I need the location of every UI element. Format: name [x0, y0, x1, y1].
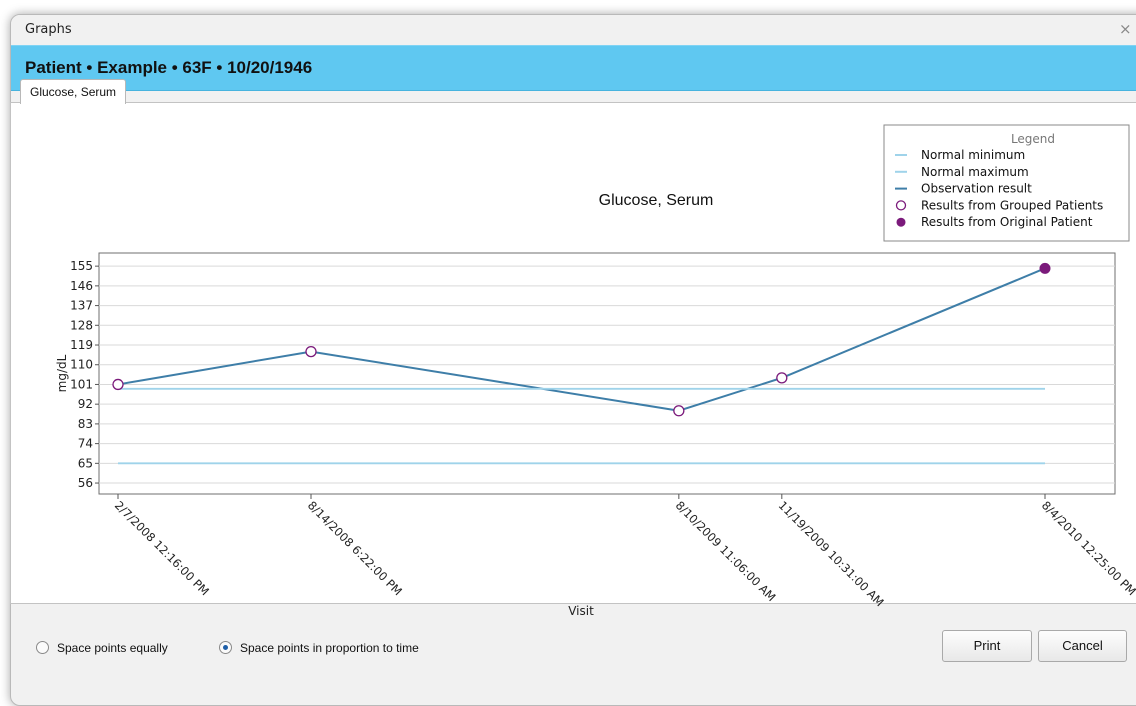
print-button[interactable]: Print: [942, 630, 1032, 662]
y-tick-label: 137: [70, 299, 93, 313]
legend-label: Normal minimum: [921, 148, 1025, 162]
legend-label: Results from Grouped Patients: [921, 198, 1103, 212]
y-tick-label: 83: [78, 417, 93, 431]
x-tick-label: 11/19/2009 10:31:00 AM: [776, 498, 887, 609]
grouped-result-point: [112, 378, 124, 391]
y-tick-label: 128: [70, 318, 93, 332]
legend-title: Legend: [1011, 132, 1055, 146]
radio-equal-indicator[interactable]: [36, 641, 49, 654]
legend-label: Results from Original Patient: [921, 215, 1093, 229]
x-tick-label: 8/4/2010 12:25:00 PM: [1039, 498, 1136, 598]
legend-label: Observation result: [921, 182, 1032, 196]
original-result-point: [1039, 262, 1051, 274]
x-tick-label: 2/7/2008 12:16:00 PM: [112, 498, 212, 598]
y-tick-label: 65: [78, 456, 93, 470]
grouped-result-point: [673, 405, 685, 417]
y-tick-label: 119: [70, 338, 93, 352]
chart-title: Glucose, Serum: [599, 192, 714, 209]
y-tick-label: 74: [78, 437, 93, 451]
x-tick-label: 8/10/2009 11:06:00 AM: [673, 498, 779, 604]
y-axis-label: mg/dL: [55, 354, 69, 392]
radio-space-proportional[interactable]: Space points in proportion to time: [219, 641, 419, 655]
grouped-result-point: [305, 345, 317, 358]
grouped-result-point: [776, 372, 788, 384]
radio-equal-label: Space points equally: [57, 641, 168, 655]
radio-space-equally[interactable]: Space points equally: [36, 641, 168, 655]
close-icon[interactable]: ×: [1119, 20, 1132, 38]
window-title: Graphs: [25, 22, 72, 37]
radio-proportional-label: Space points in proportion to time: [240, 641, 419, 655]
legend-swatch: [895, 200, 907, 211]
patient-header: Patient • Example • 63F • 10/20/1946: [25, 58, 313, 77]
y-tick-label: 146: [70, 279, 93, 293]
x-tick-label: 8/14/2008 6:22:00 PM: [305, 498, 405, 598]
plot-area: [98, 252, 1116, 495]
legend-label: Normal maximum: [921, 165, 1029, 179]
glucose-chart: 56 65 74 83 92 101 110 119 128 137 146 155 2/7/2008 …: [55, 124, 1136, 616]
tab-glucose-serum[interactable]: Glucose, Serum: [20, 79, 127, 104]
cancel-button[interactable]: Cancel: [1038, 630, 1127, 662]
y-tick-label: 92: [78, 397, 93, 411]
y-tick-label: 155: [70, 259, 93, 273]
y-tick-label: 110: [70, 358, 93, 372]
y-tick-label: 101: [70, 377, 93, 391]
y-tick-label: 56: [78, 476, 93, 490]
legend-swatch: [896, 217, 906, 227]
radio-proportional-indicator[interactable]: [219, 641, 232, 654]
title-bar: Graphs ×: [11, 15, 1136, 45]
patient-banner: Patient • Example • 63F • 10/20/1946: [11, 45, 1136, 91]
